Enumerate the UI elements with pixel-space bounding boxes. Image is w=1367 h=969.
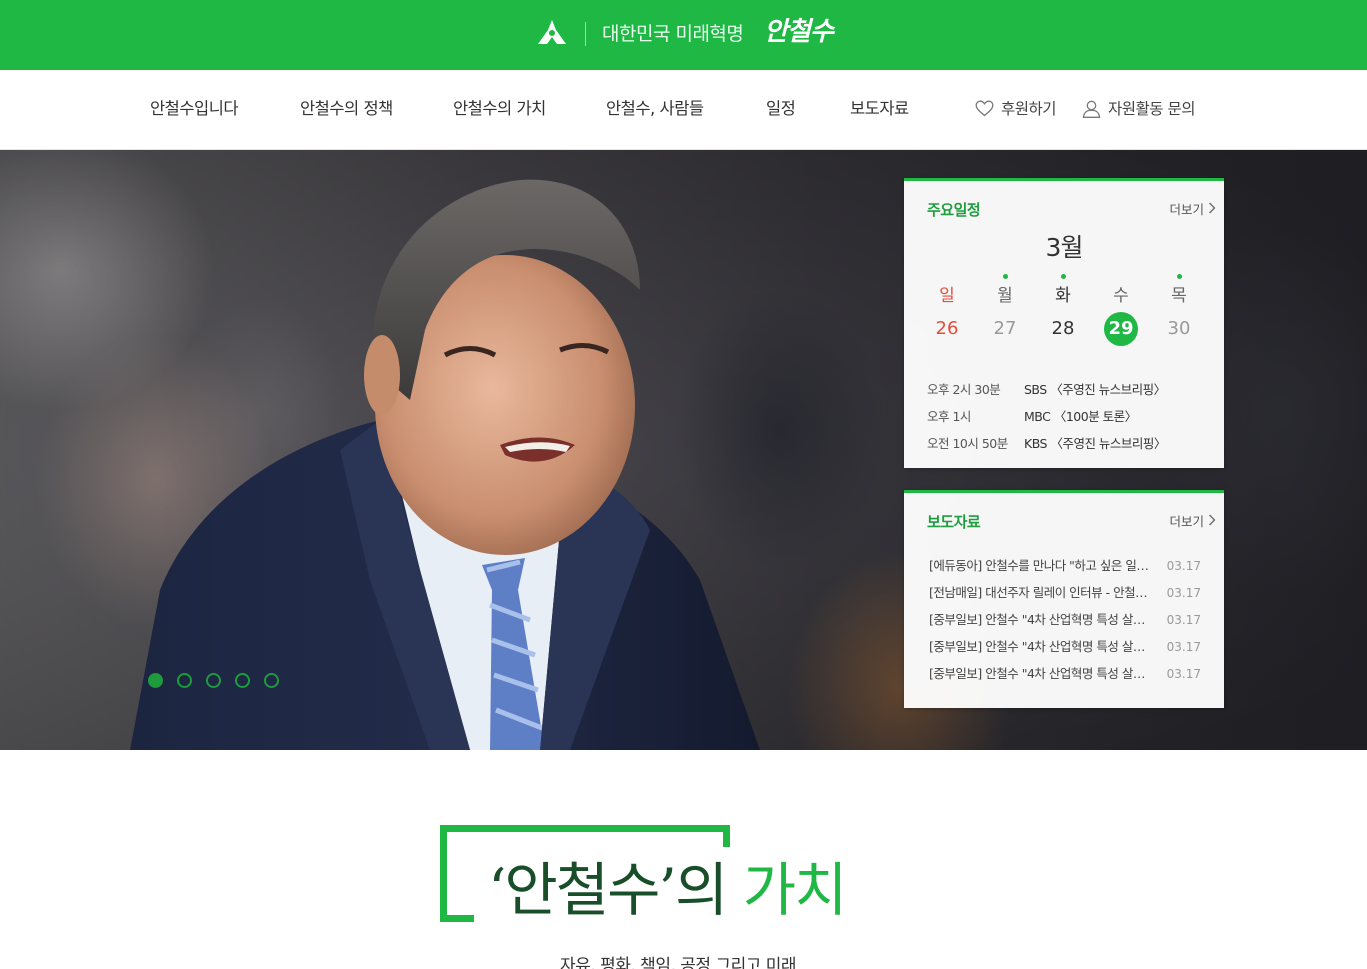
top-banner: 대한민국 미래혁명 안철수 xyxy=(0,0,1367,70)
weekday-sun: 일 xyxy=(939,286,955,306)
nav-item-about[interactable]: 안철수입니다 xyxy=(150,97,239,121)
frame-bar xyxy=(440,825,447,922)
values-heading: ‘안철수’의 가치 xyxy=(488,850,848,930)
calendar-day-29-selected[interactable]: 29 xyxy=(1101,312,1141,346)
header-name-logo[interactable]: 안철수 xyxy=(764,12,834,52)
header-divider xyxy=(585,22,586,46)
press-list-item[interactable]: [중부일보] 안철수 "4차 산업혁명 특성 살려야" 03.17 xyxy=(929,664,1201,684)
nav-item-press[interactable]: 보도자료 xyxy=(850,97,909,121)
chevron-right-icon xyxy=(1209,514,1216,526)
values-heading-main: ‘안철수’의 xyxy=(488,856,743,924)
values-heading-accent: 가치 xyxy=(742,856,848,924)
press-list-item[interactable]: [중부일보] 안철수 "4차 산업혁명 특성 살려야" 03.17 xyxy=(929,637,1201,657)
event-dot-30 xyxy=(1177,274,1182,279)
user-icon xyxy=(1082,100,1101,118)
press-list-item[interactable]: [에듀동아] 안철수를 만나다 "하고 싶은 일을 하라" 03.17 xyxy=(929,556,1201,576)
press-item-title: [중부일보] 안철수 "4차 산업혁명 특성 살려야" xyxy=(929,666,1154,681)
press-more-link[interactable]: 더보기 xyxy=(1169,511,1216,530)
press-item-title: [에듀동아] 안철수를 만나다 "하고 싶은 일을 하라" xyxy=(929,558,1154,573)
donate-label: 후원하기 xyxy=(1001,100,1057,118)
main-navigation: 안철수입니다 안철수의 정책 안철수의 가치 안철수, 사람들 일정 보도자료 … xyxy=(0,70,1367,150)
calendar-day-27[interactable]: 27 xyxy=(985,312,1025,346)
press-panel: 보도자료 더보기 [에듀동아] 안철수를 만나다 "하고 싶은 일을 하라" 0… xyxy=(904,490,1224,708)
slide-dot-2[interactable] xyxy=(177,673,192,688)
heart-icon xyxy=(975,100,994,117)
weekday-wed: 수 xyxy=(1113,286,1129,306)
donate-link[interactable]: 후원하기 xyxy=(975,97,1057,121)
weekday-thu: 목 xyxy=(1171,286,1187,306)
volunteer-link[interactable]: 자원활동 문의 xyxy=(1082,97,1196,121)
nav-item-values[interactable]: 안철수의 가치 xyxy=(453,97,546,121)
press-list-item[interactable]: [중부일보] 안철수 "4차 산업혁명 특성 살려야" 03.17 xyxy=(929,610,1201,630)
slide-dot-4[interactable] xyxy=(235,673,250,688)
press-item-date: 03.17 xyxy=(1166,640,1201,654)
weekday-tue: 화 xyxy=(1055,286,1071,306)
press-item-date: 03.17 xyxy=(1166,667,1201,681)
press-more-label: 더보기 xyxy=(1169,514,1204,529)
calendar-week: 일 월 화 수 목 26 27 28 29 30 xyxy=(904,181,1224,471)
header-slogan: 대한민국 미래혁명 xyxy=(602,23,744,45)
event-dot-27 xyxy=(1003,274,1008,279)
calendar-day-30[interactable]: 30 xyxy=(1159,312,1199,346)
volunteer-label: 자원활동 문의 xyxy=(1108,100,1196,118)
press-title: 보도자료 xyxy=(927,513,981,531)
press-list-item[interactable]: [전남매일] 대선주자 릴레이 인터뷰 - 안철수 국민의당 전 대표 03.1… xyxy=(929,583,1201,603)
event-dot-28 xyxy=(1061,274,1066,279)
nav-item-schedule[interactable]: 일정 xyxy=(766,97,796,121)
schedule-panel: 주요일정 더보기 3월 일 월 화 수 목 26 27 28 29 30 오후 … xyxy=(904,178,1224,468)
slide-dot-1[interactable] xyxy=(148,673,163,688)
press-item-title: [전남매일] 대선주자 릴레이 인터뷰 - 안철수 국민의당 전 대표 xyxy=(929,585,1154,600)
values-subtitle: 자유, 평화, 책임, 공정 그리고 미래 xyxy=(560,956,797,969)
slide-dot-5[interactable] xyxy=(264,673,279,688)
calendar-day-26[interactable]: 26 xyxy=(927,312,967,346)
frame-bar xyxy=(723,825,730,847)
frame-bar xyxy=(440,915,474,922)
press-item-date: 03.17 xyxy=(1166,586,1201,600)
nav-item-people[interactable]: 안철수, 사람들 xyxy=(606,97,704,121)
weekday-mon: 월 xyxy=(997,286,1013,306)
nav-item-policy[interactable]: 안철수의 정책 xyxy=(300,97,393,121)
party-symbol-icon[interactable] xyxy=(535,17,569,51)
frame-bar xyxy=(440,825,730,832)
calendar-day-28[interactable]: 28 xyxy=(1043,312,1083,346)
press-item-title: [중부일보] 안철수 "4차 산업혁명 특성 살려야" xyxy=(929,612,1154,627)
press-item-title: [중부일보] 안철수 "4차 산업혁명 특성 살려야" xyxy=(929,639,1154,654)
press-item-date: 03.17 xyxy=(1166,613,1201,627)
press-item-date: 03.17 xyxy=(1166,559,1201,573)
slide-dot-3[interactable] xyxy=(206,673,221,688)
